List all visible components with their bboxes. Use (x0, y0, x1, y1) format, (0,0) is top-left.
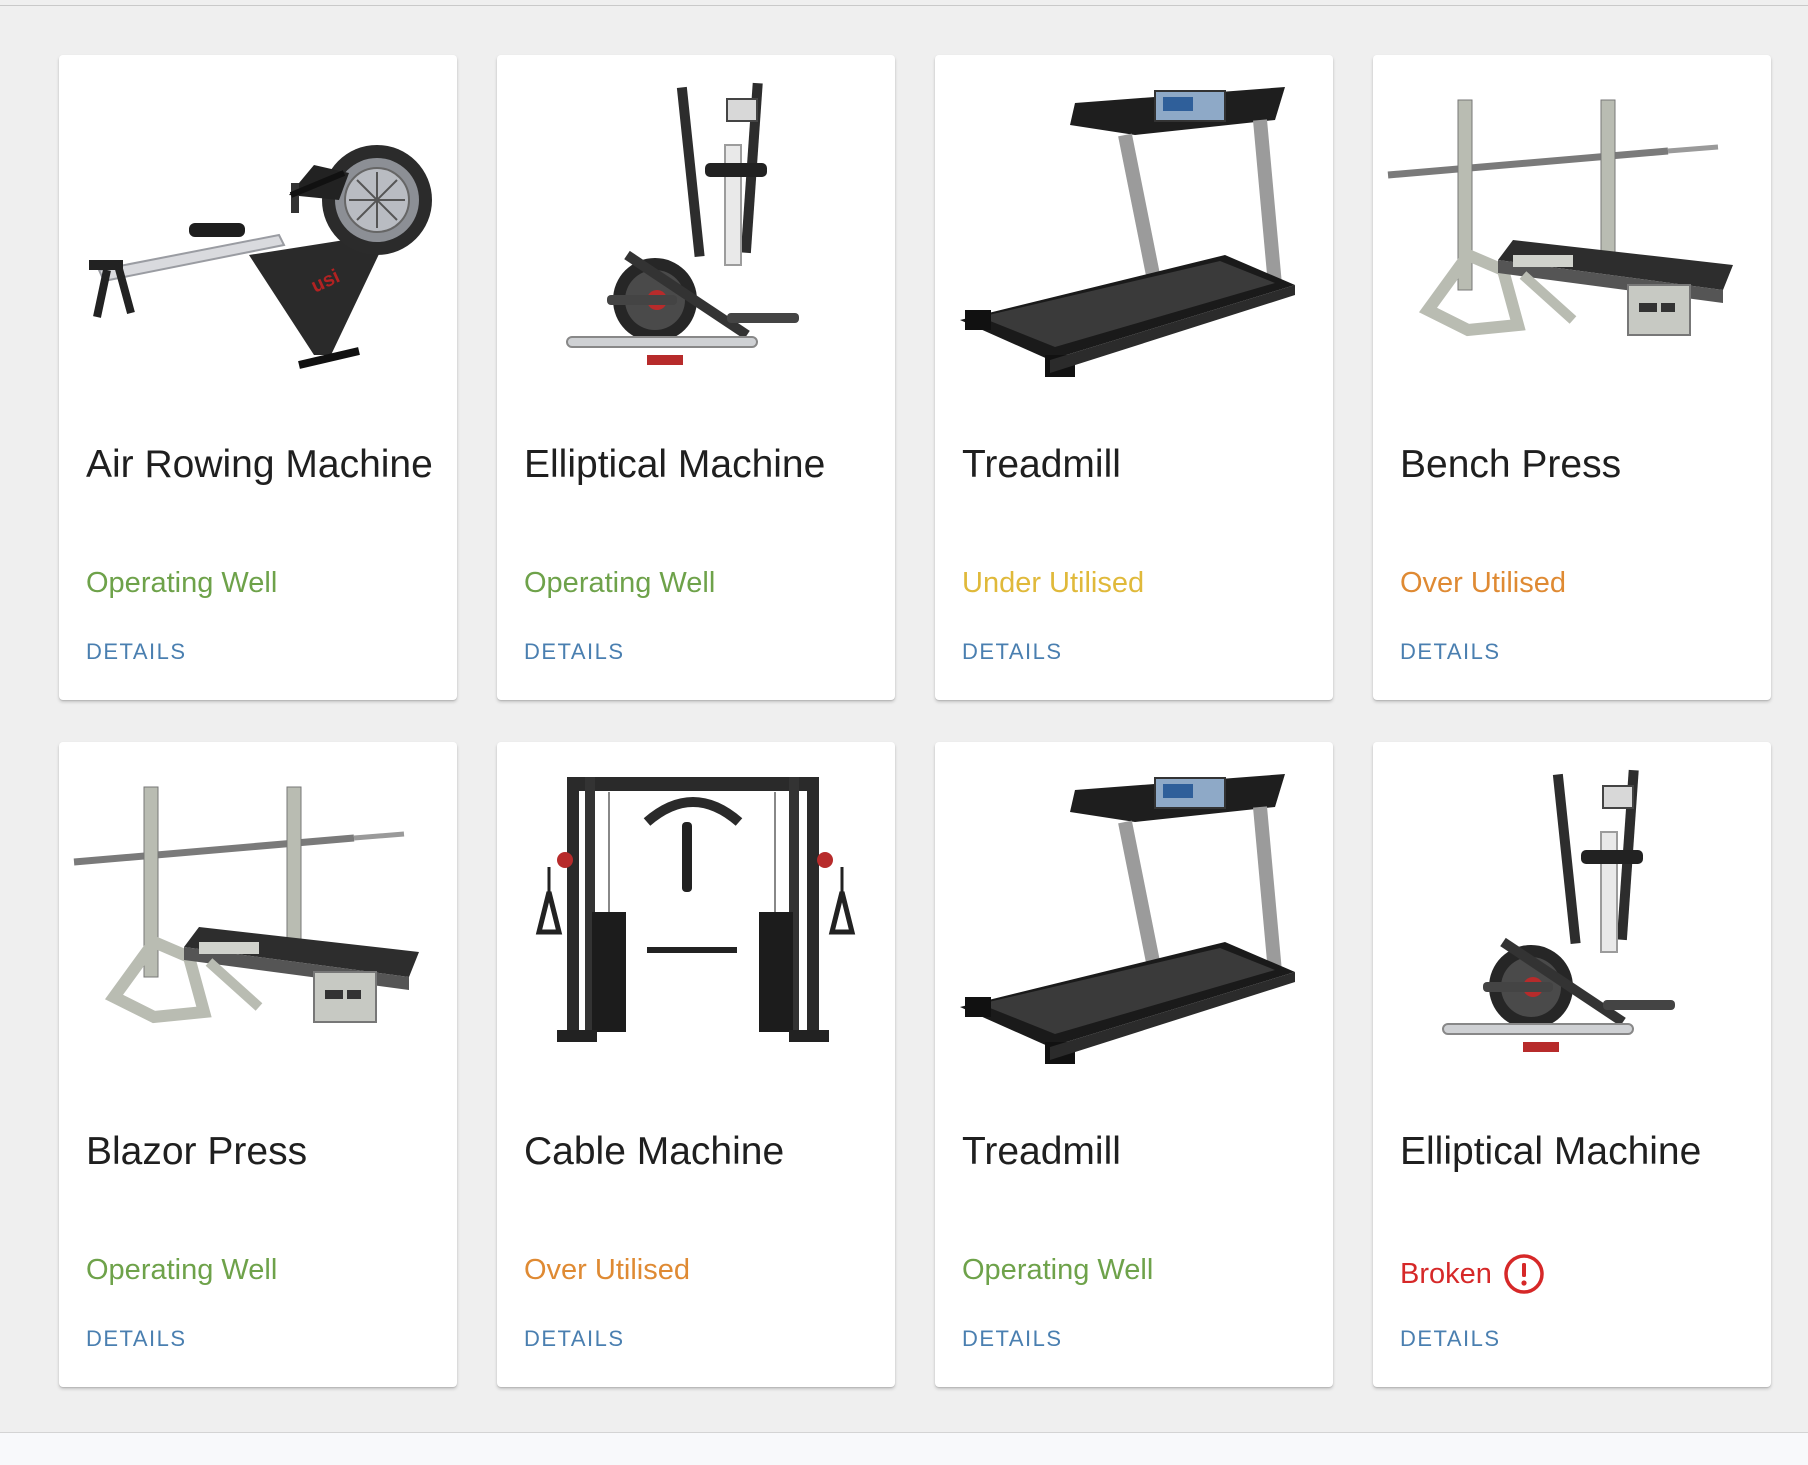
rowing-machine-image: usi (59, 55, 457, 400)
status-text: Operating Well (86, 1254, 278, 1286)
treadmill-image (935, 742, 1333, 1087)
elliptical-machine-image (1373, 742, 1771, 1087)
equipment-title: Elliptical Machine (1400, 1130, 1702, 1173)
status-text: Over Utilised (524, 1254, 690, 1286)
equipment-status: Over Utilised (524, 1252, 690, 1288)
status-text: Operating Well (962, 1254, 1154, 1286)
alert-circle-icon (1502, 1252, 1546, 1296)
equipment-title: Treadmill (962, 443, 1121, 486)
elliptical-machine-image (497, 55, 895, 400)
equipment-status: Operating Well (524, 565, 715, 601)
details-button[interactable]: DETAILS (524, 637, 625, 667)
status-text: Over Utilised (1400, 567, 1566, 599)
details-button[interactable]: DETAILS (86, 637, 187, 667)
bench-press-image (59, 742, 457, 1087)
bench-press-image (1373, 55, 1771, 400)
equipment-status: Operating Well (962, 1252, 1153, 1288)
equipment-card: Cable Machine Over Utilised DETAILS (497, 742, 895, 1387)
status-text: Broken (1400, 1258, 1492, 1290)
treadmill-image (935, 55, 1333, 400)
equipment-title: Air Rowing Machine (86, 443, 433, 486)
details-button[interactable]: DETAILS (1400, 1324, 1501, 1354)
equipment-status: Operating Well (86, 565, 277, 601)
details-button[interactable]: DETAILS (962, 637, 1063, 667)
equipment-title: Bench Press (1400, 443, 1622, 486)
equipment-status: Over Utilised (1400, 565, 1566, 601)
details-button[interactable]: DETAILS (524, 1324, 625, 1354)
equipment-card: Bench Press Over Utilised DETAILS (1373, 55, 1771, 700)
equipment-card: Blazor Press Operating Well DETAILS (59, 742, 457, 1387)
equipment-title: Treadmill (962, 1130, 1121, 1173)
status-text: Operating Well (86, 567, 278, 599)
equipment-card: Treadmill Operating Well DETAILS (935, 742, 1333, 1387)
equipment-title: Elliptical Machine (524, 443, 826, 486)
equipment-card: Treadmill Under Utilised DETAILS (935, 55, 1333, 700)
status-text: Under Utilised (962, 567, 1145, 599)
equipment-status: Under Utilised (962, 565, 1144, 601)
equipment-title: Blazor Press (86, 1130, 308, 1173)
top-divider (0, 0, 1808, 6)
details-button[interactable]: DETAILS (1400, 637, 1501, 667)
footer-bar (0, 1432, 1808, 1465)
equipment-title: Cable Machine (524, 1130, 785, 1173)
cable-machine-image (497, 742, 895, 1087)
status-text: Operating Well (524, 567, 716, 599)
details-button[interactable]: DETAILS (962, 1324, 1063, 1354)
equipment-card: usi Air Rowing Machine Operating Well DE… (59, 55, 457, 700)
details-button[interactable]: DETAILS (86, 1324, 187, 1354)
equipment-card: Elliptical Machine Operating Well DETAIL… (497, 55, 895, 700)
equipment-status: Broken (1400, 1252, 1546, 1296)
equipment-status: Operating Well (86, 1252, 277, 1288)
equipment-card: Elliptical Machine Broken DETAILS (1373, 742, 1771, 1387)
equipment-grid: usi Air Rowing Machine Operating Well DE… (59, 55, 1771, 1387)
